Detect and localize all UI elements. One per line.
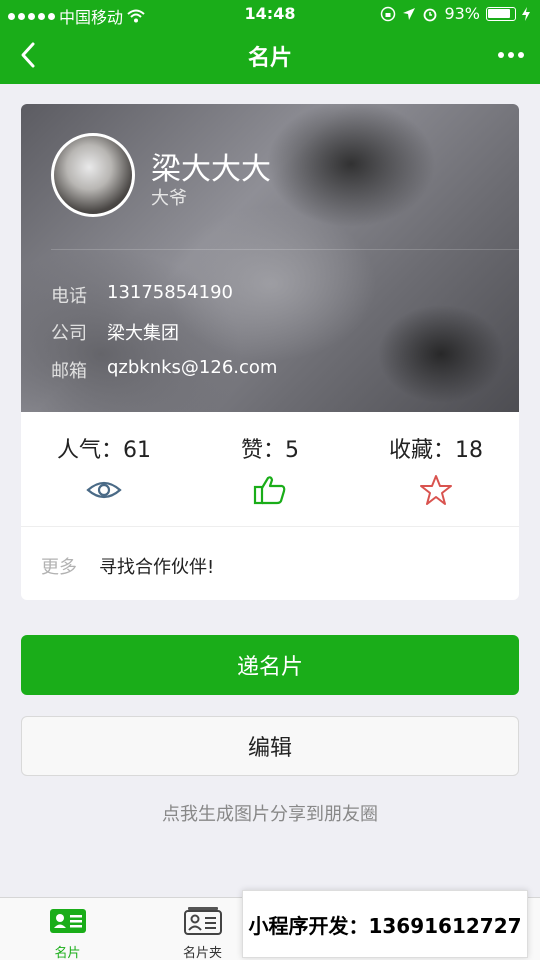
info-label: 公司 [51,323,87,344]
location-icon [403,7,416,20]
info-row-email[interactable]: 邮箱 qzbknks@126.com [51,357,277,383]
more-label: 更多 [41,557,77,578]
more-value: 寻找合作伙伴! [99,557,215,578]
stat-likes[interactable]: 赞：5 [187,432,353,510]
card-name: 梁大大大 [151,152,271,187]
info-value: 梁大集团 [107,323,179,344]
star-icon [420,475,452,505]
battery-percent: 93% [444,4,480,23]
battery-icon [486,6,516,21]
business-card: 梁大大大 大爷 电话 13175854190 公司 梁大集团 邮箱 qzbknk… [21,104,519,600]
more-dots-icon [498,52,504,58]
status-right: 93% [380,4,530,23]
info-row-phone[interactable]: 电话 13175854190 [51,282,233,308]
divider [51,249,519,250]
thumbs-up-icon [253,476,286,505]
status-bar: 中国移动 14:48 93% [0,0,540,28]
nav-bar: 名片 [0,28,540,84]
lock-rotation-icon [381,6,396,21]
info-value: 13175854190 [107,282,233,303]
alarm-icon [424,8,437,21]
info-label: 电话 [51,286,87,307]
page-title: 名片 [247,46,292,71]
charging-icon [522,6,530,21]
stat-likes-label: 赞：5 [241,438,299,463]
edit-button[interactable]: 编辑 [21,716,519,776]
more-info-row: 更多 寻找合作伙伴! [21,526,519,600]
card-holder-icon [183,907,222,935]
info-label: 邮箱 [51,361,87,382]
share-moments-link[interactable]: 点我生成图片分享到朋友圈 [0,800,540,826]
eye-icon [86,481,122,499]
info-value: qzbknks@126.com [107,357,278,378]
stat-favorites-label: 收藏：18 [389,438,483,463]
card-header-background: 梁大大大 大爷 电话 13175854190 公司 梁大集团 邮箱 qzbknk… [21,104,519,412]
card-title: 大爷 [151,188,187,209]
overlay-ad-banner: 小程序开发：13691612727 [242,890,528,958]
tab-label: 名片 [54,946,81,960]
card-icon [49,909,86,933]
stat-popularity[interactable]: 人气：61 [21,432,187,510]
stat-popularity-label: 人气：61 [57,438,151,463]
stats-row: 人气：61 赞：5 收藏：18 [21,412,519,524]
send-card-button[interactable]: 递名片 [21,635,519,695]
tab-card[interactable]: 名片 [0,906,135,960]
avatar[interactable] [51,133,135,217]
info-row-company: 公司 梁大集团 [51,319,179,345]
stat-favorites[interactable]: 收藏：18 [353,432,519,510]
more-button[interactable] [494,40,528,70]
